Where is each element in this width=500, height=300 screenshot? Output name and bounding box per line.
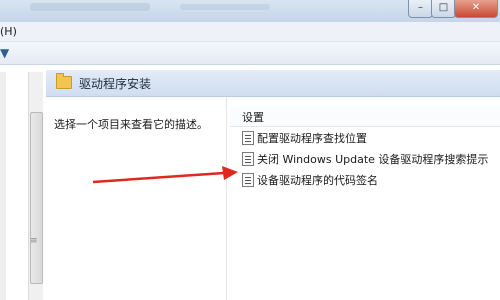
policy-setting-icon: [242, 152, 254, 166]
blurred-title: [30, 3, 150, 11]
column-header-settings[interactable]: 设置: [230, 106, 500, 127]
minimize-button[interactable]: –: [408, 0, 433, 18]
page-title: 驱动程序安装: [79, 77, 152, 91]
description-text: 选择一个项目来查看它的描述。: [54, 118, 208, 131]
scroll-grip-icon: ≡: [30, 236, 38, 246]
navigation-scroll-thumb[interactable]: [30, 112, 43, 284]
policy-folder-header: 驱动程序安装: [46, 70, 500, 97]
maximize-button[interactable]: □: [431, 0, 456, 18]
navigation-pane-edge: [0, 72, 6, 300]
folder-icon: [56, 73, 72, 89]
filter-icon[interactable]: ▼: [0, 46, 10, 60]
list-item[interactable]: 设备驱动程序的代码签名: [230, 170, 500, 190]
window-title-bar: – □ ✕: [0, 0, 500, 23]
list-item[interactable]: 关闭 Windows Update 设备驱动程序搜索提示: [230, 149, 500, 169]
column-header-label: 设置: [242, 111, 264, 124]
blurred-title-2: [180, 4, 270, 10]
list-item-label: 设备驱动程序的代码签名: [257, 174, 378, 187]
list-item-label: 关闭 Windows Update 设备驱动程序搜索提示: [257, 153, 489, 166]
description-pane: 选择一个项目来查看它的描述。: [46, 97, 227, 300]
policy-setting-icon: [242, 173, 254, 187]
menu-bar: (H): [0, 22, 500, 42]
navigation-scrollbar[interactable]: [28, 72, 43, 300]
list-item-label: 配置驱动程序查找位置: [257, 132, 367, 145]
toolbar: ▼: [0, 42, 500, 65]
policy-setting-icon: [242, 131, 254, 145]
close-button[interactable]: ✕: [454, 0, 498, 18]
menu-help[interactable]: (H): [0, 25, 17, 38]
settings-list: 设置 配置驱动程序查找位置 关闭 Windows Update 设备驱动程序搜索…: [230, 97, 500, 300]
list-item[interactable]: 配置驱动程序查找位置: [230, 128, 500, 148]
